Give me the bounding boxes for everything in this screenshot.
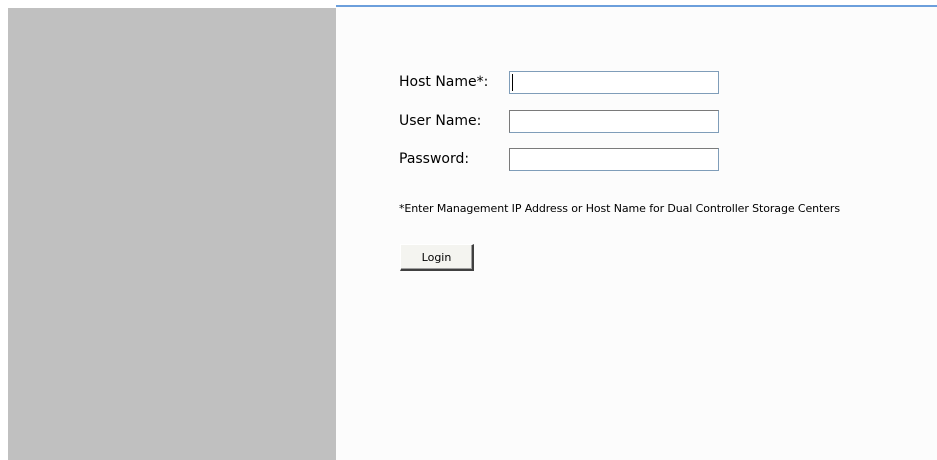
user-name-input[interactable] xyxy=(509,110,719,133)
user-name-label: User Name: xyxy=(399,113,482,129)
password-input[interactable] xyxy=(509,148,719,171)
host-name-label: Host Name*: xyxy=(399,74,489,90)
text-caret xyxy=(512,74,513,91)
login-button[interactable]: Login xyxy=(400,244,474,271)
password-label: Password: xyxy=(399,151,470,167)
host-name-hint: *Enter Management IP Address or Host Nam… xyxy=(399,202,840,215)
host-name-input[interactable] xyxy=(509,71,719,94)
left-panel xyxy=(8,8,336,460)
